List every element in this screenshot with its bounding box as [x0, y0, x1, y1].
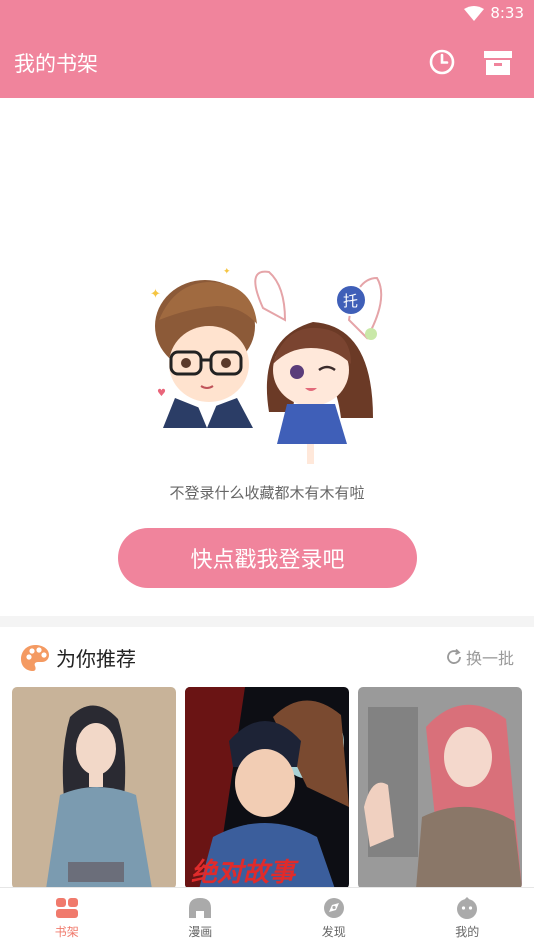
- page-title: 我的书架: [14, 52, 98, 76]
- empty-message: 不登录什么收藏都木有木有啦: [169, 484, 365, 502]
- refresh-label: 换一批: [465, 649, 514, 668]
- tab-profile[interactable]: 我的: [401, 888, 534, 949]
- status-bar: 8:33: [0, 0, 534, 28]
- svg-text:✦: ✦: [223, 268, 231, 277]
- bookshelf-icon: [55, 898, 78, 918]
- refresh-button[interactable]: 换一批: [445, 645, 514, 669]
- cover-art: 绝对故事: [185, 687, 349, 889]
- tab-discover[interactable]: 发现: [267, 888, 401, 949]
- bottom-tab-bar: 书架 漫画 发现 我的: [0, 887, 534, 949]
- discover-icon: [323, 898, 344, 918]
- cover-title-text: 绝对故事: [191, 858, 299, 888]
- svg-text:托: 托: [343, 292, 358, 310]
- svg-text:✦: ✦: [150, 287, 161, 302]
- recommend-header: 为你推荐 换一批: [0, 627, 534, 685]
- comic-cover[interactable]: 绝对故事: [185, 687, 349, 889]
- palette-icon: [21, 645, 49, 671]
- tab-bookshelf[interactable]: 书架: [0, 888, 134, 949]
- cover-art: [358, 687, 522, 889]
- refresh-icon: [447, 648, 461, 664]
- tab-label: 我的: [455, 925, 480, 939]
- recommend-section: 为你推荐 换一批 绝对故事: [0, 627, 534, 889]
- download-box-button[interactable]: [482, 46, 514, 78]
- mascot-illustration: ✦ ✦ ✦ ♥ 托: [150, 268, 383, 464]
- tab-label: 书架: [54, 925, 79, 939]
- login-button[interactable]: 快点戳我登录吧: [118, 528, 417, 588]
- tab-comic[interactable]: 漫画: [134, 888, 268, 949]
- wifi-icon: [464, 6, 484, 21]
- tab-label: 漫画: [188, 925, 213, 939]
- status-time: 8:33: [490, 4, 524, 22]
- cover-art: [12, 687, 176, 889]
- comic-cover[interactable]: [12, 687, 176, 889]
- comic-icon: [189, 898, 212, 918]
- box-icon: [484, 51, 512, 75]
- history-button[interactable]: [426, 46, 458, 78]
- empty-shelf-section: ✦ ✦ ✦ ♥ 托: [0, 98, 534, 616]
- svg-text:♥: ♥: [157, 388, 166, 399]
- recommend-title: 为你推荐: [56, 647, 136, 671]
- comic-cover[interactable]: [358, 687, 522, 889]
- clock-icon: [429, 49, 455, 75]
- tab-label: 发现: [321, 925, 346, 939]
- app-header: 8:33 我的书架: [0, 0, 534, 98]
- profile-icon: [457, 897, 478, 919]
